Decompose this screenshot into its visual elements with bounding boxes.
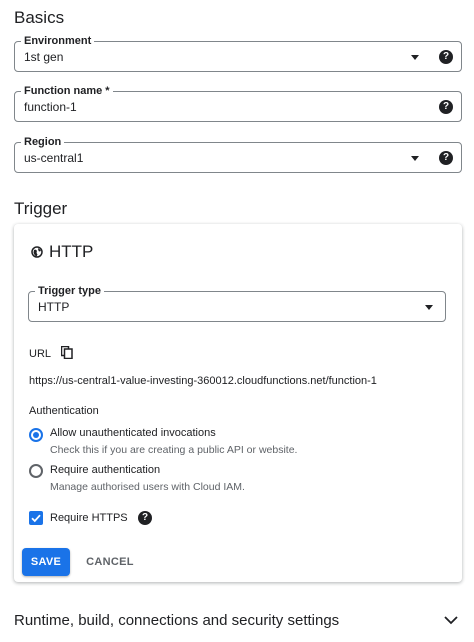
help-icon[interactable]: ?	[439, 50, 453, 64]
cancel-button[interactable]: CANCEL	[78, 548, 142, 576]
function-url[interactable]: https://us-central1-value-investing-3600…	[29, 375, 377, 387]
region-select[interactable]: Region us-central1 ?	[14, 135, 462, 173]
caret-down-icon	[425, 305, 433, 310]
caret-down-icon	[411, 156, 419, 161]
help-icon[interactable]: ?	[439, 151, 453, 165]
environment-label: Environment	[21, 34, 95, 48]
caret-down-icon	[411, 55, 419, 60]
require-https-label: Require HTTPS	[50, 512, 128, 524]
allow-unauthenticated-label: Allow unauthenticated invocations	[50, 427, 216, 439]
region-value: us-central1	[24, 151, 84, 165]
trigger-heading: HTTP	[49, 242, 94, 261]
chevron-down-icon[interactable]	[444, 616, 458, 625]
environment-value: 1st gen	[24, 50, 64, 64]
function-name-label: Function name *	[21, 84, 113, 98]
globe-icon	[31, 246, 43, 258]
trigger-type-value: HTTP	[38, 300, 70, 314]
trigger-type-select[interactable]: Trigger type HTTP	[28, 284, 446, 322]
check-icon	[31, 514, 41, 523]
function-name-value: function-1	[24, 100, 77, 114]
require-authentication-hint: Manage authorised users with Cloud IAM.	[50, 481, 245, 493]
trigger-title: Trigger	[14, 199, 68, 218]
trigger-card: HTTP Trigger type HTTP URL https://us-ce…	[14, 224, 462, 582]
authentication-heading: Authentication	[29, 405, 99, 417]
help-icon[interactable]: ?	[138, 511, 152, 525]
allow-unauthenticated-radio[interactable]	[29, 428, 43, 442]
url-label: URL	[29, 348, 52, 360]
region-label: Region	[21, 135, 65, 149]
trigger-type-label: Trigger type	[35, 284, 104, 298]
basics-title: Basics	[14, 8, 65, 27]
save-button[interactable]: SAVE	[22, 548, 70, 576]
require-authentication-radio[interactable]	[29, 464, 43, 478]
advanced-settings-title[interactable]: Runtime, build, connections and security…	[14, 612, 339, 629]
help-icon[interactable]: ?	[439, 100, 453, 114]
require-authentication-label: Require authentication	[50, 464, 161, 476]
require-https-checkbox[interactable]	[29, 511, 43, 525]
function-name-field[interactable]: Function name * function-1 ?	[14, 84, 462, 122]
copy-icon[interactable]	[61, 346, 73, 359]
allow-unauthenticated-hint: Check this if you are creating a public …	[50, 444, 298, 456]
environment-select[interactable]: Environment 1st gen ?	[14, 34, 462, 72]
